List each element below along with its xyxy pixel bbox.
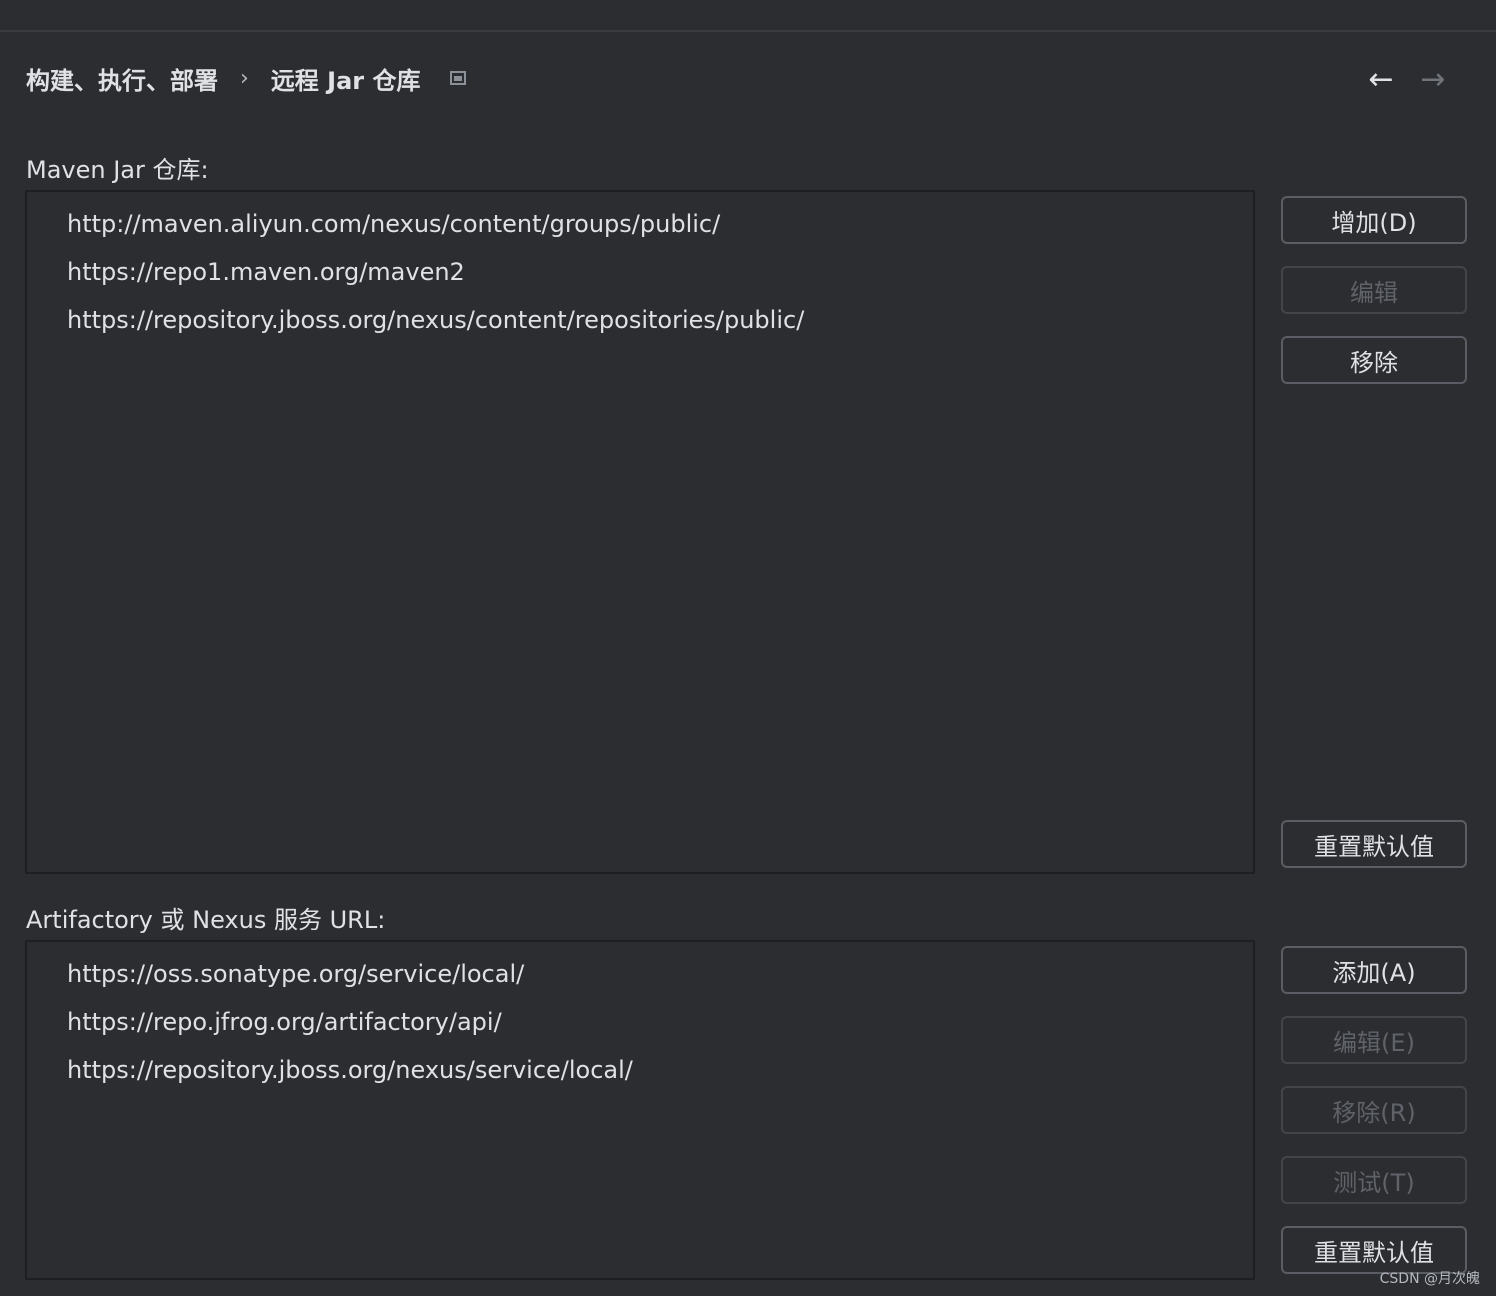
- maven-repos-label: Maven Jar 仓库:: [26, 156, 209, 184]
- maven-reset-button[interactable]: 重置默认值: [1281, 820, 1467, 868]
- artifactory-reset-button[interactable]: 重置默认值: [1281, 1226, 1467, 1274]
- maven-remove-button[interactable]: 移除: [1281, 336, 1467, 384]
- list-item[interactable]: http://maven.aliyun.com/nexus/content/gr…: [67, 208, 720, 240]
- maven-repos-list[interactable]: http://maven.aliyun.com/nexus/content/gr…: [25, 190, 1255, 874]
- artifactory-add-button[interactable]: 添加(A): [1281, 946, 1467, 994]
- watermark: CSDN @月次魄: [1379, 1271, 1480, 1287]
- project-settings-icon: [450, 71, 467, 85]
- breadcrumb: 构建、执行、部署 › 远程 Jar 仓库: [26, 58, 467, 98]
- artifactory-test-button[interactable]: 测试(T): [1281, 1156, 1467, 1204]
- forward-arrow-icon[interactable]: →: [1413, 60, 1453, 100]
- list-item[interactable]: https://repository.jboss.org/nexus/servi…: [67, 1054, 633, 1086]
- list-item[interactable]: https://repo.jfrog.org/artifactory/api/: [67, 1006, 502, 1038]
- maven-edit-button[interactable]: 编辑: [1281, 266, 1467, 314]
- list-item[interactable]: https://oss.sonatype.org/service/local/: [67, 958, 524, 990]
- artifactory-urls-list[interactable]: https://oss.sonatype.org/service/local/ …: [25, 940, 1255, 1280]
- back-arrow-icon[interactable]: ←: [1361, 60, 1401, 100]
- breadcrumb-parent[interactable]: 构建、执行、部署: [26, 61, 218, 96]
- top-divider: [0, 30, 1496, 32]
- list-item[interactable]: https://repo1.maven.org/maven2: [67, 256, 465, 288]
- artifactory-remove-button[interactable]: 移除(R): [1281, 1086, 1467, 1134]
- artifactory-urls-label: Artifactory 或 Nexus 服务 URL:: [26, 906, 386, 934]
- list-item[interactable]: https://repository.jboss.org/nexus/conte…: [67, 304, 804, 336]
- maven-add-button[interactable]: 增加(D): [1281, 196, 1467, 244]
- artifactory-edit-button[interactable]: 编辑(E): [1281, 1016, 1467, 1064]
- breadcrumb-separator: ›: [240, 65, 249, 91]
- breadcrumb-current: 远程 Jar 仓库: [270, 66, 421, 95]
